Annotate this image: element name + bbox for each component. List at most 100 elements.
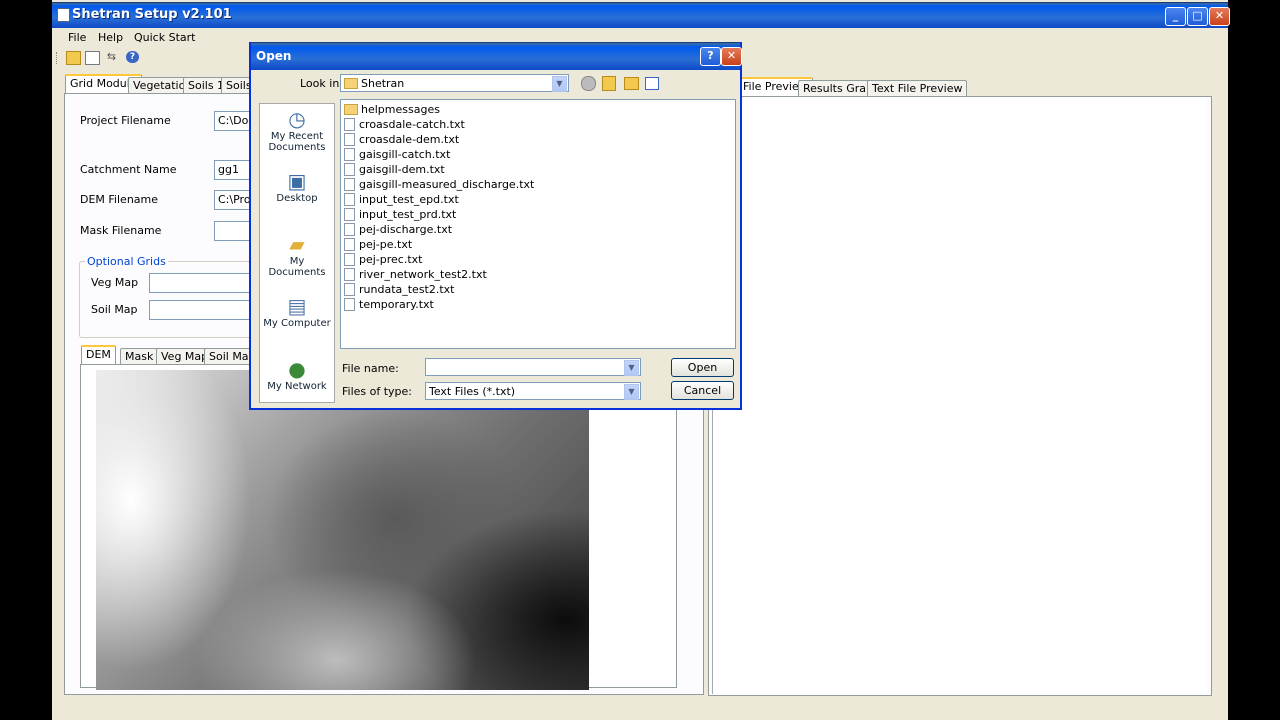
place-my-network[interactable]: ● My Network bbox=[260, 358, 334, 392]
my-computer-icon: ▤ bbox=[287, 294, 307, 318]
file-name: pej-pe.txt bbox=[359, 238, 413, 251]
file-list: helpmessages croasdale-catch.txt croasda… bbox=[340, 99, 736, 349]
file-name: rundata_test2.txt bbox=[359, 283, 455, 296]
text-file-icon bbox=[344, 222, 355, 236]
text-file-icon bbox=[344, 282, 355, 296]
text-file-icon bbox=[344, 237, 355, 251]
list-item[interactable]: gaisgill-measured_discharge.txt bbox=[344, 177, 534, 192]
tab-text-file-preview[interactable]: Text File Preview bbox=[867, 80, 968, 97]
veg-map-field[interactable] bbox=[149, 273, 259, 293]
text-file-icon bbox=[344, 192, 355, 206]
text-file-icon bbox=[344, 117, 355, 131]
list-item[interactable]: croasdale-dem.txt bbox=[344, 132, 459, 147]
place-desktop[interactable]: ▣ Desktop bbox=[260, 170, 334, 204]
up-folder-icon[interactable] bbox=[602, 76, 616, 91]
open-folder-icon[interactable] bbox=[66, 51, 81, 65]
maximize-button[interactable]: □ bbox=[1187, 7, 1208, 26]
place-recent-documents[interactable]: ◷ My Recent Documents bbox=[260, 108, 334, 153]
dialog-help-button[interactable]: ? bbox=[700, 47, 721, 66]
text-file-icon bbox=[344, 132, 355, 146]
list-item[interactable]: croasdale-catch.txt bbox=[344, 117, 465, 132]
window-title: Shetran Setup v2.101 bbox=[72, 7, 232, 22]
run-icon[interactable]: ⇆ bbox=[105, 51, 118, 63]
menu-help[interactable]: Help bbox=[98, 31, 123, 44]
place-label: My Network bbox=[267, 381, 327, 392]
open-button[interactable]: Open bbox=[671, 358, 734, 377]
chevron-down-icon[interactable]: ▼ bbox=[624, 384, 639, 400]
tab-dem[interactable]: DEM bbox=[81, 345, 116, 364]
file-name: temporary.txt bbox=[359, 298, 434, 311]
place-my-documents[interactable]: ▰ My Documents bbox=[260, 233, 334, 278]
list-item[interactable]: helpmessages bbox=[344, 102, 440, 117]
place-label: My Recent Documents bbox=[268, 131, 326, 153]
print-preview-icon[interactable] bbox=[85, 51, 100, 65]
soil-map-label: Soil Map bbox=[91, 303, 138, 316]
file-name: pej-discharge.txt bbox=[359, 223, 453, 236]
tab-mask[interactable]: Mask bbox=[120, 348, 159, 365]
files-of-type-select[interactable]: Text Files (*.txt) ▼ bbox=[425, 382, 641, 400]
file-name: river_network_test2.txt bbox=[359, 268, 487, 281]
open-dialog: Open ? ✕ Look in: Shetran ▼ ◷ My Recent … bbox=[249, 42, 742, 410]
soil-map-field[interactable] bbox=[149, 300, 259, 320]
close-button[interactable]: ✕ bbox=[1209, 7, 1230, 26]
text-file-icon bbox=[344, 297, 355, 311]
file-name-input[interactable]: ▼ bbox=[425, 358, 641, 376]
list-item[interactable]: pej-pe.txt bbox=[344, 237, 412, 252]
file-name: gaisgill-catch.txt bbox=[359, 148, 451, 161]
look-in-combo[interactable]: Shetran ▼ bbox=[340, 74, 569, 92]
text-file-icon bbox=[344, 252, 355, 266]
veg-map-label: Veg Map bbox=[91, 276, 139, 289]
menu-file[interactable]: File bbox=[68, 31, 86, 44]
text-file-icon bbox=[344, 177, 355, 191]
places-bar: ◷ My Recent Documents ▣ Desktop ▰ My Doc… bbox=[259, 103, 335, 403]
project-filename-label: Project Filename bbox=[80, 114, 171, 127]
list-item[interactable]: input_test_prd.txt bbox=[344, 207, 456, 222]
optional-grids-label: Optional Grids bbox=[85, 255, 168, 268]
dem-filename-label: DEM Filename bbox=[80, 193, 159, 206]
list-item[interactable]: river_network_test2.txt bbox=[344, 267, 487, 282]
look-in-label: Look in: bbox=[300, 77, 343, 90]
dialog-close-button[interactable]: ✕ bbox=[721, 47, 742, 66]
back-icon[interactable] bbox=[581, 76, 596, 91]
cancel-button[interactable]: Cancel bbox=[671, 381, 734, 400]
file-name: gaisgill-dem.txt bbox=[359, 163, 445, 176]
list-item[interactable]: pej-prec.txt bbox=[344, 252, 423, 267]
menu-quick-start[interactable]: Quick Start bbox=[134, 31, 195, 44]
text-file-icon bbox=[344, 207, 355, 221]
new-folder-icon[interactable] bbox=[624, 77, 639, 90]
view-menu-icon[interactable] bbox=[645, 77, 659, 90]
mask-filename-label: Mask Filename bbox=[80, 224, 162, 237]
my-documents-icon: ▰ bbox=[289, 232, 305, 256]
desktop-icon: ▣ bbox=[287, 169, 307, 193]
minimize-button[interactable]: _ bbox=[1165, 7, 1186, 26]
title-bar[interactable]: Shetran Setup v2.101 _ □ ✕ bbox=[52, 2, 1230, 28]
dialog-title-bar[interactable]: Open ? ✕ bbox=[251, 42, 742, 70]
list-item[interactable]: input_test_epd.txt bbox=[344, 192, 459, 207]
list-item[interactable]: gaisgill-dem.txt bbox=[344, 162, 445, 177]
file-name: gaisgill-measured_discharge.txt bbox=[359, 178, 535, 191]
chevron-down-icon[interactable]: ▼ bbox=[552, 76, 567, 92]
list-item[interactable]: gaisgill-catch.txt bbox=[344, 147, 450, 162]
place-my-computer[interactable]: ▤ My Computer bbox=[260, 295, 334, 329]
file-preview-panel bbox=[708, 96, 1212, 696]
app-icon bbox=[57, 8, 70, 22]
list-item[interactable]: temporary.txt bbox=[344, 297, 434, 312]
folder-icon bbox=[344, 77, 358, 89]
my-network-icon: ● bbox=[288, 357, 306, 381]
list-item[interactable]: rundata_test2.txt bbox=[344, 282, 455, 297]
chevron-down-icon[interactable]: ▼ bbox=[624, 360, 639, 376]
files-of-type-label: Files of type: bbox=[342, 385, 413, 398]
text-file-icon bbox=[344, 147, 355, 161]
look-in-value: Shetran bbox=[361, 77, 405, 90]
file-preview-area bbox=[712, 97, 1207, 694]
list-item[interactable]: pej-discharge.txt bbox=[344, 222, 452, 237]
place-label: My Computer bbox=[263, 318, 331, 329]
help-icon[interactable]: ? bbox=[126, 51, 139, 63]
files-of-type-value: Text Files (*.txt) bbox=[429, 385, 516, 398]
file-name: input_test_prd.txt bbox=[359, 208, 457, 221]
file-name: helpmessages bbox=[361, 103, 440, 116]
place-label: Desktop bbox=[276, 193, 318, 204]
recent-documents-icon: ◷ bbox=[288, 107, 306, 131]
toolbar-grip bbox=[56, 52, 59, 64]
dem-image bbox=[96, 370, 589, 690]
